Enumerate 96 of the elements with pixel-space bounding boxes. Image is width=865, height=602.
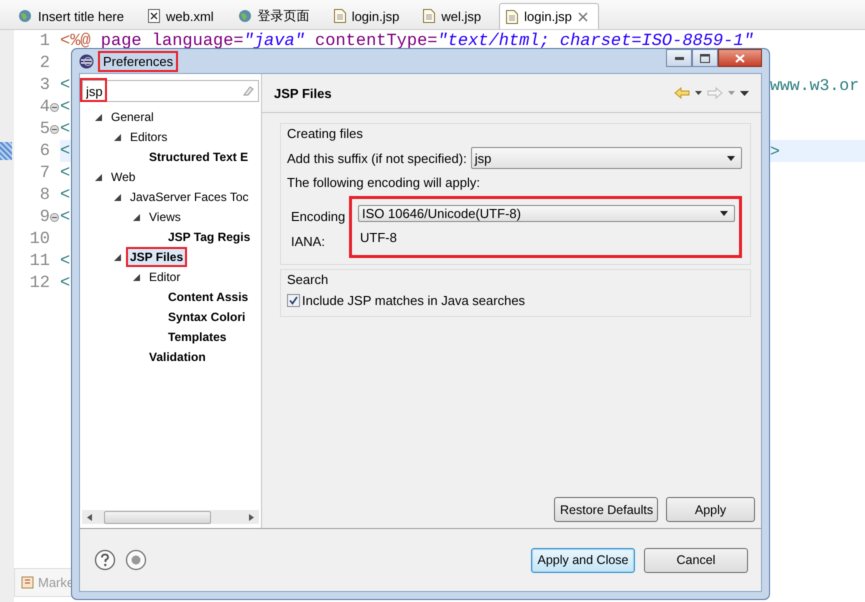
editor-tab[interactable]: login.jsp [499, 3, 599, 29]
suffix-dropdown[interactable]: jsp [470, 147, 742, 169]
markers-icon [21, 576, 34, 589]
field-label: Encoding [291, 209, 343, 224]
code-fragment: > [770, 142, 780, 160]
dialog-button[interactable]: Cancel [644, 548, 748, 572]
minimize-icon [674, 56, 684, 60]
expanded-triangle-icon[interactable] [114, 194, 121, 200]
close-icon[interactable] [578, 12, 588, 22]
code-fragment: < [60, 274, 70, 292]
code-fragment: www.w3.or [770, 76, 860, 94]
fold-icon[interactable] [50, 102, 59, 112]
code-fragment: < [60, 252, 70, 270]
iana-value: UTF-8 [359, 230, 398, 245]
editor-tab[interactable]: 登录页面 [232, 3, 320, 29]
line-number: 4 [38, 98, 50, 116]
tree-item[interactable]: General [107, 107, 158, 127]
filter-field[interactable]: jsp [82, 80, 259, 102]
tree-item[interactable]: JSP Files [126, 247, 188, 267]
xml-file-icon [148, 9, 160, 23]
maximize-button[interactable] [692, 49, 718, 67]
globe-icon [238, 9, 252, 23]
group-title: Search [287, 272, 330, 287]
fold-icon[interactable] [50, 124, 59, 134]
code-fragment: < [60, 164, 70, 182]
tree-item[interactable]: Validation [145, 347, 210, 367]
line-number: 12 [28, 274, 50, 292]
minimize-button[interactable] [666, 49, 692, 67]
close-button[interactable] [718, 49, 762, 67]
page-button[interactable]: Restore Defaults [554, 497, 658, 522]
file-icon [334, 9, 346, 23]
group-title: Creating files [287, 126, 364, 141]
field-label: IANA: [291, 234, 326, 249]
code-fragment: < [60, 98, 70, 116]
encoding-dropdown[interactable]: ISO 10646/Unicode(UTF-8) [358, 205, 735, 222]
dialog-title: Preferences [98, 50, 178, 72]
code-line: <%@ page language="java" contentType="text/html; charset=ISO-8859-1" [60, 32, 754, 50]
fold-icon[interactable] [50, 212, 59, 222]
code-fragment: < [60, 120, 70, 138]
left-arrow-icon[interactable] [87, 514, 92, 520]
line-number: 3 [38, 76, 50, 94]
close-icon [735, 54, 745, 62]
editor-tab[interactable]: Insert title here [12, 3, 134, 29]
right-arrow-icon[interactable] [249, 514, 254, 520]
menu-icon[interactable] [740, 90, 749, 96]
code-fragment: < [60, 142, 70, 160]
horizontal-scrollbar[interactable] [82, 510, 259, 524]
help-icon[interactable] [94, 549, 116, 571]
line-number: 9 [38, 208, 50, 226]
line-number: 11 [28, 252, 50, 270]
record-icon[interactable] [125, 549, 147, 571]
tree-item[interactable]: Web [107, 167, 140, 187]
expanded-triangle-icon[interactable] [95, 114, 102, 120]
dropdown-caret-icon[interactable] [695, 91, 702, 95]
line-number: 2 [38, 54, 50, 72]
field-label: Add this suffix (if not specified): [287, 150, 467, 166]
tree-item[interactable]: JSP Tag Regis [164, 227, 254, 247]
page-button[interactable]: Apply [666, 497, 755, 522]
code-fragment: < [60, 76, 70, 94]
tree-item[interactable]: JavaServer Faces Toc [126, 187, 252, 207]
dropdown-caret-icon [727, 156, 735, 160]
encoding-note: The following encoding will apply: [287, 175, 481, 190]
checkbox-label: Include JSP matches in Java searches [302, 293, 526, 308]
code-fragment: < [60, 208, 70, 226]
expanded-triangle-icon[interactable] [95, 174, 102, 180]
editor-tab[interactable]: wel.jsp [417, 3, 492, 29]
tree-item[interactable]: Views [145, 207, 185, 227]
expanded-triangle-icon[interactable] [114, 254, 121, 260]
line-number: 8 [38, 186, 50, 204]
clear-icon[interactable] [242, 85, 254, 97]
editor-tab[interactable]: login.jsp [328, 3, 410, 29]
line-number: 1 [38, 32, 50, 50]
tree-item[interactable]: Content Assis [164, 287, 252, 307]
globe-icon [18, 9, 32, 23]
dropdown-caret-icon [720, 211, 728, 216]
file-icon [423, 9, 436, 23]
dialog-button[interactable]: Apply and Close [531, 548, 635, 572]
line-number: 6 [38, 142, 50, 160]
line-number: 7 [38, 164, 50, 182]
file-icon [506, 10, 518, 24]
scrollbar-thumb[interactable] [104, 510, 211, 524]
expanded-triangle-icon[interactable] [133, 274, 140, 280]
expanded-triangle-icon[interactable] [114, 134, 121, 140]
tree-item[interactable]: Structured Text E [145, 147, 252, 167]
line-number: 5 [38, 120, 50, 138]
tree-item[interactable]: Syntax Colori [164, 307, 250, 327]
line-number: 10 [28, 230, 50, 248]
tree-item[interactable]: Editor [145, 267, 184, 287]
maximize-icon [700, 54, 710, 62]
expanded-triangle-icon[interactable] [133, 214, 140, 220]
tree-item[interactable]: Templates [164, 327, 230, 347]
tree-item[interactable]: Editors [126, 127, 172, 147]
code-fragment: < [60, 186, 70, 204]
editor-tab[interactable]: web.xml [142, 3, 224, 29]
checkbox[interactable] [287, 294, 300, 307]
page-title: JSP Files [274, 86, 332, 100]
